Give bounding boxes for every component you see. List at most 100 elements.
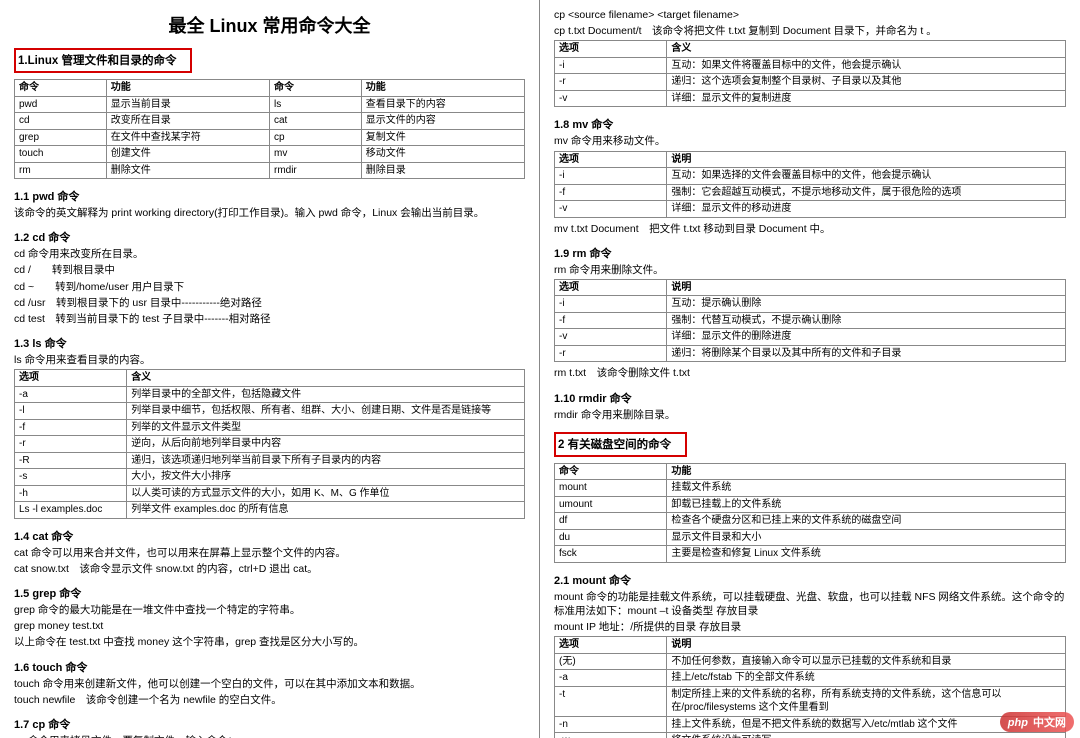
table-cell: 列举目录中的全部文件，包括隐藏文件 — [127, 386, 525, 403]
s13-heading: 1.3 ls 命令 — [14, 335, 525, 351]
table-cell: -l — [15, 403, 127, 420]
table-cell: du — [555, 529, 667, 546]
th: 含义 — [127, 370, 525, 387]
mount-options-table: 选项 说明 (无)不加任何参数，直接输入命令可以显示已挂载的文件系统和目录-a挂… — [554, 636, 1066, 738]
table-cell: 递归：将删除某个目录以及其中所有的文件和子目录 — [667, 345, 1066, 362]
table-cell: 以人类可读的方式显示文件的大小，如用 K、M、G 作单位 — [127, 485, 525, 502]
table-cell: df — [555, 513, 667, 530]
table-cell: 显示文件目录和大小 — [667, 529, 1066, 546]
paragraph: cp 命令用来拷贝文件，要复制文件，输入命令： — [14, 734, 525, 738]
table-cell: -a — [555, 670, 667, 687]
section1-heading: 1.Linux 管理文件和目录的命令 — [18, 51, 182, 69]
table-cell: 强制：代替互动模式，不提示确认删除 — [667, 312, 1066, 329]
table-cell: -f — [555, 312, 667, 329]
table-cell: -w — [555, 733, 667, 738]
th: 选项 — [555, 151, 667, 168]
table-row: -i互动：如果选择的文件会覆盖目标中的文件，他会提示确认 — [555, 168, 1066, 185]
table-row: -s大小，按文件大小排序 — [15, 469, 525, 486]
table-cell: mount — [555, 480, 667, 497]
s16-heading: 1.6 touch 命令 — [14, 659, 525, 675]
table-cell: -h — [15, 485, 127, 502]
table-cell: -i — [555, 57, 667, 74]
table-cell: 显示文件的内容 — [361, 113, 524, 130]
table-cell: touch — [15, 146, 107, 163]
table-row: -f强制：它会超越互动模式，不提示地移动文件，属于很危险的选项 — [555, 184, 1066, 201]
th: 命令 — [269, 80, 361, 97]
section2-heading: 2 有关磁盘空间的命令 — [558, 435, 677, 453]
th: 功能 — [361, 80, 524, 97]
paragraph: mv t.txt Document 把文件 t.txt 移动到目录 Docume… — [554, 222, 1066, 236]
table-cell: 卸载已挂载上的文件系统 — [667, 496, 1066, 513]
th: 命令 — [15, 80, 107, 97]
paragraph: mv 命令用来移动文件。 — [554, 134, 1066, 148]
table-cell: cd — [15, 113, 107, 130]
th: 说明 — [667, 279, 1066, 296]
table-cell: rmdir — [269, 162, 361, 179]
table-cell: 显示当前目录 — [106, 96, 269, 113]
s110-heading: 1.10 rmdir 命令 — [554, 390, 1066, 406]
table-cell: 列举的文件显示文件类型 — [127, 419, 525, 436]
paragraph: rm t.txt 该命令删除文件 t.txt — [554, 366, 1066, 380]
paragraph: rm 命令用来删除文件。 — [554, 263, 1066, 277]
table-cell: 移动文件 — [361, 146, 524, 163]
table-row: -a挂上/etc/fstab 下的全部文件系统 — [555, 670, 1066, 687]
table-cell: grep — [15, 129, 107, 146]
table-cell: 挂上/etc/fstab 下的全部文件系统 — [667, 670, 1066, 687]
table-row: -i互动：提示确认删除 — [555, 296, 1066, 313]
paragraph: cp <source filename> <target filename> — [554, 8, 1066, 22]
table-row: mount挂载文件系统 — [555, 480, 1066, 497]
th: 命令 — [555, 463, 667, 480]
section1-summary-table: 命令 功能 命令 功能 pwd显示当前目录ls查看目录下的内容cd改变所在目录c… — [14, 79, 525, 179]
page-left: 最全 Linux 常用命令大全 1.Linux 管理文件和目录的命令 命令 功能… — [0, 0, 540, 738]
table-row: -R递归，该选项递归地列举当前目录下所有子目录内的内容 — [15, 452, 525, 469]
table-row: -f列举的文件显示文件类型 — [15, 419, 525, 436]
section2-summary-table: 命令 功能 mount挂载文件系统umount卸载已挂载上的文件系统df检查各个… — [554, 463, 1066, 563]
th: 说明 — [667, 151, 1066, 168]
s21-heading: 2.1 mount 命令 — [554, 572, 1066, 588]
table-cell: -f — [15, 419, 127, 436]
table-cell: 将文件系统设为可读写 — [667, 733, 1066, 738]
table-cell: 挂载文件系统 — [667, 480, 1066, 497]
table-cell: -v — [555, 201, 667, 218]
paragraph: cat snow.txt 该命令显示文件 snow.txt 的内容，ctrl+D… — [14, 562, 525, 576]
table-row: cd改变所在目录cat显示文件的内容 — [15, 113, 525, 130]
table-cell: -n — [555, 716, 667, 733]
th: 含义 — [667, 41, 1066, 58]
table-cell: 递归：这个选项会复制整个目录树、子目录以及其他 — [667, 74, 1066, 91]
rm-options-table: 选项 说明 -i互动：提示确认删除-f强制：代替互动模式，不提示确认删除-v详细… — [554, 279, 1066, 363]
paragraph: grep 命令的最大功能是在一堆文件中查找一个特定的字符串。 — [14, 603, 525, 617]
table-cell: 详细：显示文件的删除进度 — [667, 329, 1066, 346]
ls-options-table: 选项 含义 -a列举目录中的全部文件，包括隐藏文件-l列举目录中细节，包括权限、… — [14, 369, 525, 519]
paragraph: 该命令的英文解释为 print working directory(打印工作目录… — [14, 206, 525, 220]
table-row: -a列举目录中的全部文件，包括隐藏文件 — [15, 386, 525, 403]
table-row: df检查各个硬盘分区和已挂上来的文件系统的磁盘空间 — [555, 513, 1066, 530]
table-cell: 详细：显示文件的复制进度 — [667, 90, 1066, 107]
php-watermark: php 中文网 — [1000, 712, 1074, 732]
table-cell: -t — [555, 686, 667, 716]
mv-options-table: 选项 说明 -i互动：如果选择的文件会覆盖目标中的文件，他会提示确认-f强制：它… — [554, 151, 1066, 218]
s14-heading: 1.4 cat 命令 — [14, 528, 525, 544]
table-row: -f强制：代替互动模式，不提示确认删除 — [555, 312, 1066, 329]
paragraph: touch newfile 该命令创建一个名为 newfile 的空白文件。 — [14, 693, 525, 707]
table-row: -v详细：显示文件的删除进度 — [555, 329, 1066, 346]
table-cell: 列举文件 examples.doc 的所有信息 — [127, 502, 525, 519]
table-row: -t制定所挂上来的文件系统的名称，所有系统支持的文件系统，这个信息可以在/pro… — [555, 686, 1066, 716]
paragraph: cd 命令用来改变所在目录。 — [14, 247, 525, 261]
table-cell: -i — [555, 168, 667, 185]
table-cell: -s — [15, 469, 127, 486]
table-row: -v详细：显示文件的移动进度 — [555, 201, 1066, 218]
s19-heading: 1.9 rm 命令 — [554, 245, 1066, 261]
table-cell: rm — [15, 162, 107, 179]
table-cell: -r — [555, 74, 667, 91]
php-icon: php — [1008, 717, 1028, 729]
table-cell: 互动：如果文件将覆盖目标中的文件，他会提示确认 — [667, 57, 1066, 74]
table-cell: pwd — [15, 96, 107, 113]
table-cell: 列举目录中细节，包括权限、所有者、组群、大小、创建日期、文件是否是链接等 — [127, 403, 525, 420]
table-row: du显示文件目录和大小 — [555, 529, 1066, 546]
table-cell: fsck — [555, 546, 667, 563]
table-cell: -f — [555, 184, 667, 201]
table-row: -r递归：将删除某个目录以及其中所有的文件和子目录 — [555, 345, 1066, 362]
table-row: umount卸载已挂载上的文件系统 — [555, 496, 1066, 513]
table-row: -i互动：如果文件将覆盖目标中的文件，他会提示确认 — [555, 57, 1066, 74]
table-cell: -r — [15, 436, 127, 453]
